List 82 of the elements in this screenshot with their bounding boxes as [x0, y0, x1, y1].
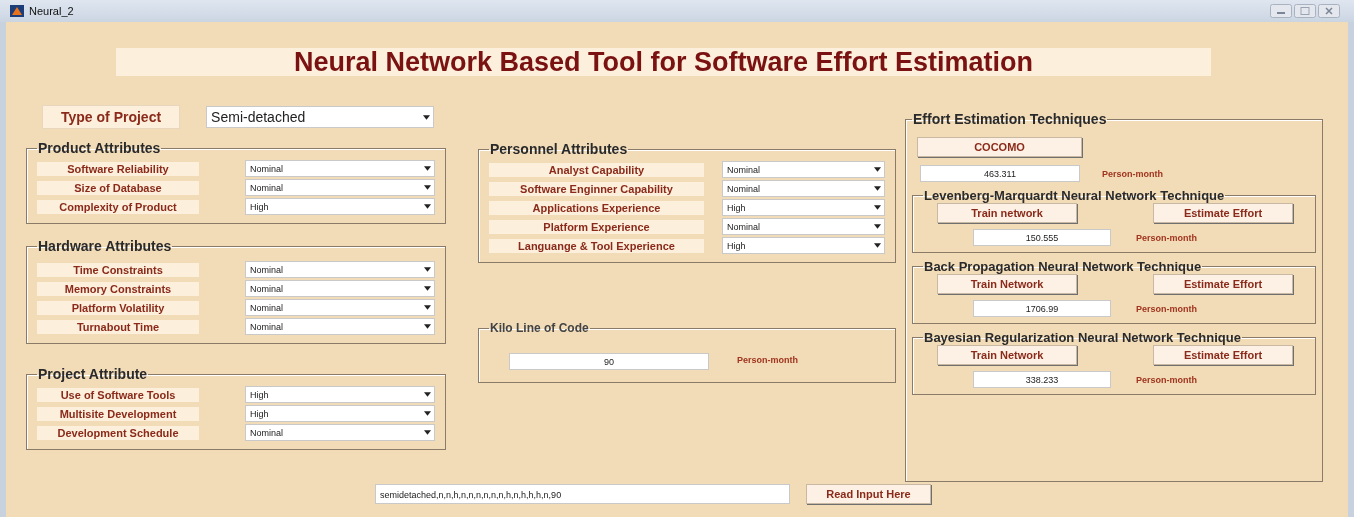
dropdown-arrow-icon [424, 430, 431, 435]
attribute-label: Turnabout Time [37, 319, 199, 334]
attribute-dropdown[interactable]: High [245, 198, 435, 215]
attribute-label: Time Constraints [37, 262, 199, 277]
train-button[interactable]: Train network [937, 203, 1077, 223]
attribute-label: Analyst Capability [489, 162, 704, 177]
attribute-dropdown[interactable]: Nominal [722, 161, 885, 178]
group-title: Bayesian Regularization Neural Network Technique [923, 330, 1242, 345]
group-title: Levenberg-Marquardt Neural Network Technique [923, 188, 1226, 203]
group-title: Kilo Line of Code [489, 321, 590, 335]
attribute-label: Applications Experience [489, 200, 704, 215]
attribute-dropdown[interactable]: Nominal [245, 424, 435, 441]
dropdown-arrow-icon [424, 392, 431, 397]
dropdown-arrow-icon [874, 205, 881, 210]
group-title: Effort Estimation Techniques [912, 111, 1108, 127]
result-field[interactable]: 338.233 [973, 371, 1111, 388]
attribute-dropdown[interactable]: Nominal [245, 299, 435, 316]
dropdown-arrow-icon [424, 305, 431, 310]
app-heading: Neural Network Based Tool for Software Effort Estimation [116, 48, 1211, 76]
attribute-label: Complexity of Product [37, 199, 199, 214]
attribute-label: Development Schedule [37, 425, 199, 440]
attribute-dropdown[interactable]: High [722, 199, 885, 216]
attribute-label: Platform Volatility [37, 300, 199, 315]
project-type-dropdown[interactable]: Semi-detached [206, 106, 435, 128]
estimate-button[interactable]: Estimate Effort [1153, 203, 1293, 223]
dropdown-arrow-icon [874, 186, 881, 191]
dropdown-arrow-icon [874, 224, 881, 229]
attribute-dropdown[interactable]: Nominal [722, 180, 885, 197]
result-field[interactable]: 463.311 [920, 165, 1080, 182]
group-title: Back Propagation Neural Network Technique [923, 259, 1203, 274]
attribute-dropdown[interactable]: High [722, 237, 885, 254]
attribute-label: Use of Software Tools [37, 387, 199, 402]
attribute-label: Languange & Tool Experience [489, 238, 704, 253]
dropdown-arrow-icon [424, 185, 431, 190]
dropdown-arrow-icon [874, 167, 881, 172]
attribute-dropdown[interactable]: Nominal [245, 179, 435, 196]
attribute-dropdown[interactable]: High [245, 405, 435, 422]
dropdown-arrow-icon [424, 267, 431, 272]
dropdown-arrow-icon [424, 324, 431, 329]
dropdown-arrow-icon [423, 114, 431, 120]
minimize-icon[interactable] [1270, 4, 1292, 18]
unit-label: Person-month [1136, 374, 1197, 385]
estimate-button[interactable]: Estimate Effort [1153, 274, 1293, 294]
dropdown-arrow-icon [874, 243, 881, 248]
maximize-icon[interactable] [1294, 4, 1316, 18]
attribute-label: Memory Constraints [37, 281, 199, 296]
attribute-label: Platform Experience [489, 219, 704, 234]
attribute-label: Size of Database [37, 180, 199, 195]
attribute-dropdown[interactable]: Nominal [722, 218, 885, 235]
group-title: Product Attributes [37, 140, 162, 156]
attribute-dropdown[interactable]: High [245, 386, 435, 403]
result-field[interactable]: 1706.99 [973, 300, 1111, 317]
project-type-label: Type of Project [42, 105, 181, 129]
dropdown-arrow-icon [424, 204, 431, 209]
unit-label: Person-month [1102, 168, 1163, 179]
train-button[interactable]: Train Network [937, 274, 1077, 294]
app-icon [10, 5, 24, 17]
attribute-label: Multisite Development [37, 406, 199, 421]
attribute-dropdown[interactable]: Nominal [245, 318, 435, 335]
group-title: Project Attribute [37, 366, 149, 382]
group-title: Hardware Attributes [37, 238, 173, 254]
estimate-button[interactable]: Estimate Effort [1153, 345, 1293, 365]
group-title: Personnel Attributes [489, 141, 629, 157]
attribute-label: Software Reliability [37, 161, 199, 176]
cocomo-button[interactable]: COCOMO [917, 137, 1082, 157]
unit-label: Person-month [1136, 232, 1197, 243]
train-button[interactable]: Train Network [937, 345, 1077, 365]
result-field[interactable]: 150.555 [973, 229, 1111, 246]
dropdown-arrow-icon [424, 286, 431, 291]
window-title: Neural_2 [29, 5, 74, 17]
attribute-dropdown[interactable]: Nominal [245, 160, 435, 177]
dropdown-arrow-icon [424, 411, 431, 416]
unit-label: Person-month [737, 354, 798, 365]
read-input-button[interactable]: Read Input Here [806, 484, 931, 504]
close-icon[interactable] [1318, 4, 1340, 18]
attribute-label: Software Enginner Capability [489, 181, 704, 196]
attribute-dropdown[interactable]: Nominal [245, 280, 435, 297]
kloc-field[interactable]: 90 [509, 353, 709, 370]
unit-label: Person-month [1136, 303, 1197, 314]
attribute-dropdown[interactable]: Nominal [245, 261, 435, 278]
input-field[interactable]: semidetached,n,n,h,n,n,n,n,n,n,h,n,h,h,h,n,90 [375, 484, 790, 504]
dropdown-arrow-icon [424, 166, 431, 171]
